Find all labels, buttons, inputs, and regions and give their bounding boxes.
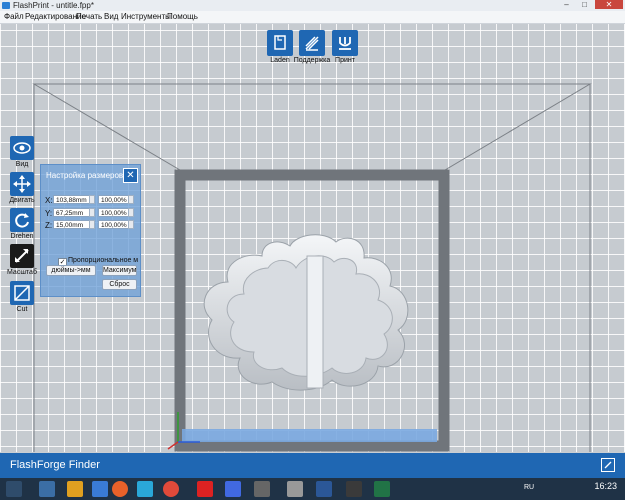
printer-status-bar: FlashForge Finder [0,453,625,478]
cut-tool-label: Cut [16,306,28,313]
word-icon[interactable] [316,481,332,497]
pdf-icon[interactable] [197,481,213,497]
y-percent-input[interactable]: 100,00% [98,208,129,217]
panel-title: Настройка размеров [46,171,124,180]
view-tool-label: Вид [15,161,29,168]
taskbar-app-icon[interactable] [39,481,55,497]
scale-diagonal-icon [15,249,29,263]
supports-icon [305,36,319,51]
view-tool-button[interactable] [10,136,34,160]
menu-bar: Файл Редактирование Печать Вид Инструмен… [0,11,625,24]
z-axis-label: Z: [45,221,53,230]
cut-tool-button[interactable] [10,281,34,305]
x-axis-label: X: [45,196,53,205]
minimize-button[interactable]: – [558,0,575,9]
maximum-button[interactable]: Максимум [102,265,137,276]
file-load-icon [274,35,286,50]
menu-tools[interactable]: Инструменты [121,11,171,23]
menu-view[interactable]: Вид [104,11,118,23]
panel-close-button[interactable]: ✕ [123,168,138,183]
x-size-input[interactable]: 103,88mm [53,195,90,204]
y-size-spinner[interactable] [89,208,95,217]
chrome-icon[interactable] [163,481,179,497]
app-icon [2,2,10,9]
language-indicator[interactable]: RU [524,484,534,491]
z-size-spinner[interactable] [89,220,95,229]
x-size-spinner[interactable] [89,195,95,204]
printer-panel-button[interactable] [601,458,615,472]
printer-name: FlashForge Finder [10,459,100,471]
move-tool-label: Двигать [9,197,35,204]
app-icon-2[interactable] [346,481,362,497]
taskbar: RU 16:23 [0,478,625,500]
edit-icon [604,461,612,469]
x-percent-spinner[interactable] [128,195,134,204]
inch-to-mm-button[interactable]: дюймы->мм [46,265,96,276]
eye-icon [13,142,31,154]
move-tool-button[interactable] [10,172,34,196]
rotate-tool-label: Drehen [10,233,34,240]
scale-tool-label: Масштаб [7,269,37,276]
c-app-icon[interactable] [137,481,153,497]
y-axis-label: Y: [45,209,53,218]
window-title-bar: FlashPrint - untitle.fpp* – □ ✕ [0,0,625,11]
menu-file[interactable]: Файл [4,11,24,23]
cut-icon [14,285,30,301]
scale-tool-button[interactable] [10,244,34,268]
scale-settings-panel: Настройка размеров ✕ X: 103,88mm 100,00%… [40,164,141,297]
folder-icon[interactable] [67,481,83,497]
mail-icon[interactable] [287,481,303,497]
supports-button[interactable] [299,30,325,56]
app-circle-icon[interactable] [112,481,128,497]
media-icon[interactable] [92,481,108,497]
window-title: FlashPrint - untitle.fpp* [13,1,94,10]
rotate-icon [15,213,29,228]
excel-icon[interactable] [374,481,390,497]
z-percent-spinner[interactable] [128,220,134,229]
z-percent-input[interactable]: 100,00% [98,220,129,229]
maximize-button[interactable]: □ [576,0,593,9]
flashprint-icon[interactable] [225,481,241,497]
print-label: Принт [335,57,355,64]
rotate-tool-button[interactable] [10,208,34,232]
y-size-input[interactable]: 67,25mm [53,208,90,217]
print-button[interactable] [332,30,358,56]
start-icon[interactable] [6,481,22,497]
clock[interactable]: 16:23 [594,481,617,491]
3d-viewport[interactable]: Laden Поддержка Принт Вид Двигать Drehen… [0,24,625,452]
menu-help[interactable]: Помощь [167,11,198,23]
z-size-input[interactable]: 15,00mm [53,220,90,229]
load-button[interactable] [267,30,293,56]
keep-ratio-label: Пропорциональное масш [68,257,138,264]
reset-button[interactable]: Сброс [102,279,137,290]
x-percent-input[interactable]: 100,00% [98,195,129,204]
menu-print[interactable]: Печать [76,11,102,23]
print-icon [339,37,351,50]
y-percent-spinner[interactable] [128,208,134,217]
move-arrows-icon [13,175,31,193]
tool-icon[interactable] [254,481,270,497]
close-button[interactable]: ✕ [595,0,623,9]
close-icon: ✕ [126,170,135,181]
